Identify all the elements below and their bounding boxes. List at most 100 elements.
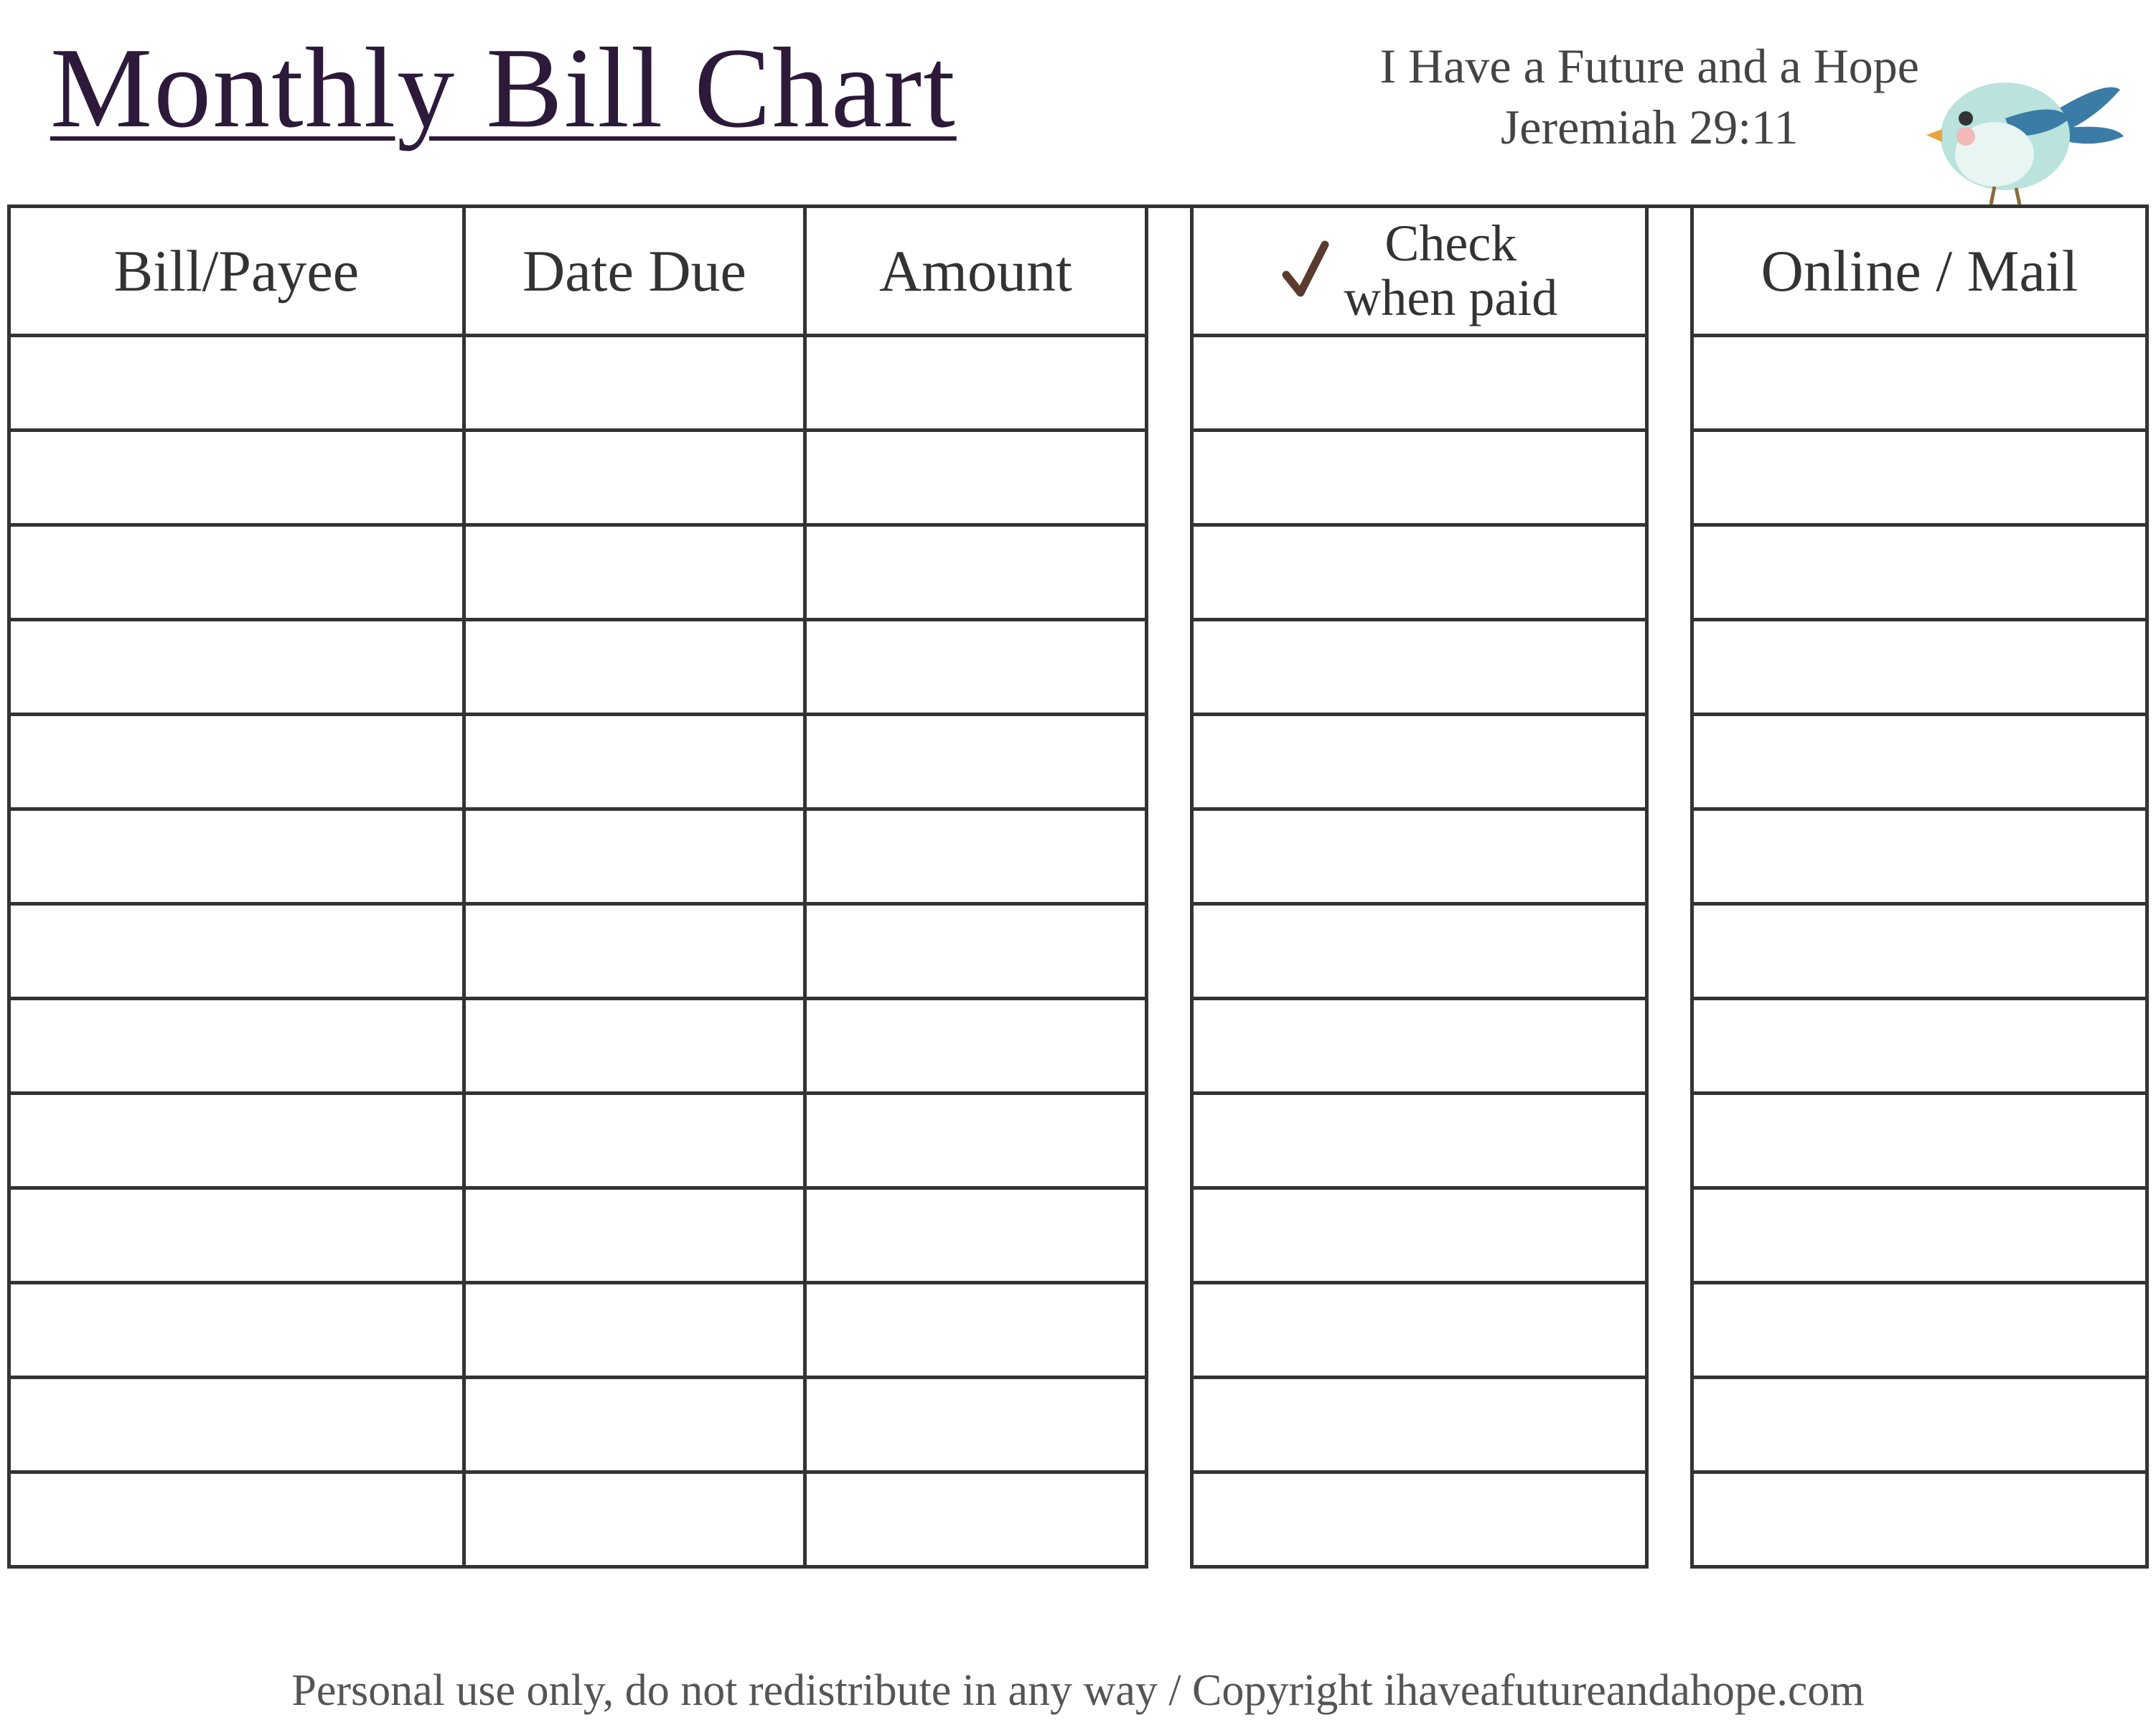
table-cell[interactable] xyxy=(1191,336,1646,431)
table-cell[interactable] xyxy=(1692,1094,2147,1188)
cell-gap[interactable] xyxy=(1146,525,1191,620)
table-cell[interactable] xyxy=(1191,1378,1646,1472)
table-cell[interactable] xyxy=(464,525,805,620)
table-cell[interactable] xyxy=(805,525,1146,620)
table-cell[interactable] xyxy=(9,999,464,1094)
cell-gap[interactable] xyxy=(1146,1283,1191,1378)
table-cell[interactable] xyxy=(1692,904,2147,999)
cell-gap[interactable] xyxy=(1146,1378,1191,1472)
table-cell[interactable] xyxy=(9,1283,464,1378)
table-cell[interactable] xyxy=(1692,1378,2147,1472)
table-cell[interactable] xyxy=(9,525,464,620)
cell-gap[interactable] xyxy=(1646,999,1692,1094)
table-cell[interactable] xyxy=(805,431,1146,525)
cell-gap[interactable] xyxy=(1146,1094,1191,1188)
verse-block: I Have a Future and a Hope Jeremiah 29:1… xyxy=(1380,36,1920,158)
table-cell[interactable] xyxy=(1692,336,2147,431)
table-cell[interactable] xyxy=(464,999,805,1094)
cell-gap[interactable] xyxy=(1646,525,1692,620)
cell-gap[interactable] xyxy=(1646,1094,1692,1188)
cell-gap[interactable] xyxy=(1646,715,1692,809)
table-cell[interactable] xyxy=(1191,715,1646,809)
cell-gap[interactable] xyxy=(1646,620,1692,715)
cell-gap[interactable] xyxy=(1146,999,1191,1094)
cell-gap[interactable] xyxy=(1646,904,1692,999)
header: Monthly Bill Chart I Have a Future and a… xyxy=(0,0,2156,205)
table-cell[interactable] xyxy=(1692,715,2147,809)
table-cell[interactable] xyxy=(464,904,805,999)
table-cell[interactable] xyxy=(805,620,1146,715)
cell-gap[interactable] xyxy=(1146,1472,1191,1567)
table-cell[interactable] xyxy=(1191,999,1646,1094)
table-cell[interactable] xyxy=(9,620,464,715)
table-cell[interactable] xyxy=(805,1094,1146,1188)
column-gap xyxy=(1646,207,1692,336)
cell-gap[interactable] xyxy=(1146,715,1191,809)
table-cell[interactable] xyxy=(464,1283,805,1378)
cell-gap[interactable] xyxy=(1146,809,1191,904)
table-cell[interactable] xyxy=(1692,1472,2147,1567)
cell-gap[interactable] xyxy=(1146,1188,1191,1283)
table-cell[interactable] xyxy=(464,336,805,431)
cell-gap[interactable] xyxy=(1646,1283,1692,1378)
table-cell[interactable] xyxy=(464,715,805,809)
cell-gap[interactable] xyxy=(1146,620,1191,715)
table-cell[interactable] xyxy=(1692,1283,2147,1378)
table-cell[interactable] xyxy=(9,1188,464,1283)
cell-gap[interactable] xyxy=(1646,431,1692,525)
table-cell[interactable] xyxy=(9,336,464,431)
cell-gap[interactable] xyxy=(1646,1188,1692,1283)
table-cell[interactable] xyxy=(805,904,1146,999)
table-cell[interactable] xyxy=(805,1188,1146,1283)
table-cell[interactable] xyxy=(1191,904,1646,999)
table-cell[interactable] xyxy=(464,1094,805,1188)
table-cell[interactable] xyxy=(9,904,464,999)
verse-line-2: Jeremiah 29:11 xyxy=(1380,97,1920,158)
table-cell[interactable] xyxy=(9,1094,464,1188)
table-cell[interactable] xyxy=(464,809,805,904)
column-header-check-when-paid: Check when paid xyxy=(1191,207,1646,336)
table-body xyxy=(9,336,2147,1567)
table-cell[interactable] xyxy=(9,1472,464,1567)
table-cell[interactable] xyxy=(805,999,1146,1094)
table-cell[interactable] xyxy=(1191,431,1646,525)
table-cell[interactable] xyxy=(1191,809,1646,904)
table-cell[interactable] xyxy=(464,1472,805,1567)
column-gap xyxy=(1146,207,1191,336)
table-cell[interactable] xyxy=(464,1378,805,1472)
cell-gap[interactable] xyxy=(1146,904,1191,999)
table-cell[interactable] xyxy=(9,431,464,525)
table-cell[interactable] xyxy=(805,1378,1146,1472)
cell-gap[interactable] xyxy=(1646,809,1692,904)
table-cell[interactable] xyxy=(805,809,1146,904)
table-cell[interactable] xyxy=(464,620,805,715)
cell-gap[interactable] xyxy=(1146,431,1191,525)
table-cell[interactable] xyxy=(805,715,1146,809)
cell-gap[interactable] xyxy=(1646,1378,1692,1472)
table-cell[interactable] xyxy=(1692,1188,2147,1283)
table-cell[interactable] xyxy=(464,431,805,525)
table-cell[interactable] xyxy=(1191,1094,1646,1188)
table-cell[interactable] xyxy=(805,336,1146,431)
table-cell[interactable] xyxy=(1191,1472,1646,1567)
cell-gap[interactable] xyxy=(1646,336,1692,431)
table-cell[interactable] xyxy=(464,1188,805,1283)
table-cell[interactable] xyxy=(1692,809,2147,904)
table-cell[interactable] xyxy=(1692,431,2147,525)
table-cell[interactable] xyxy=(1692,999,2147,1094)
table-cell[interactable] xyxy=(1692,620,2147,715)
table-cell[interactable] xyxy=(9,715,464,809)
table-row xyxy=(9,1472,2147,1567)
table-cell[interactable] xyxy=(1191,1188,1646,1283)
table-cell[interactable] xyxy=(805,1472,1146,1567)
table-cell[interactable] xyxy=(1191,525,1646,620)
table-cell[interactable] xyxy=(1692,525,2147,620)
table-cell[interactable] xyxy=(9,1378,464,1472)
table-cell[interactable] xyxy=(805,1283,1146,1378)
table-cell[interactable] xyxy=(1191,620,1646,715)
table-cell[interactable] xyxy=(1191,1283,1646,1378)
cell-gap[interactable] xyxy=(1646,1472,1692,1567)
table-header-row: Bill/Payee Date Due Amount Check when pa… xyxy=(9,207,2147,336)
cell-gap[interactable] xyxy=(1146,336,1191,431)
table-cell[interactable] xyxy=(9,809,464,904)
